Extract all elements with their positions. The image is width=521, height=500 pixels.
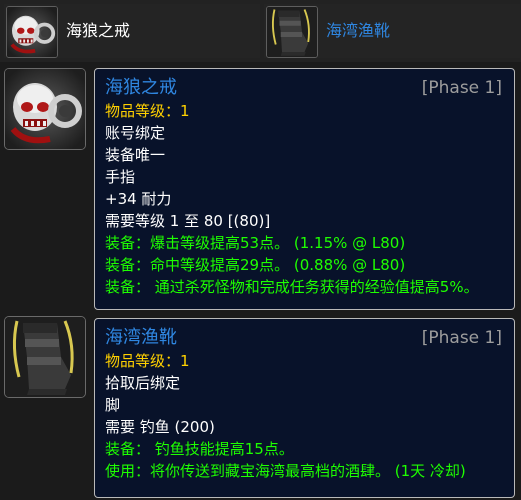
boot-icon	[266, 6, 318, 58]
phase-label: [Phase 1]	[421, 328, 502, 348]
top-item-bay-fishing-boots[interactable]: 海湾渔靴	[264, 4, 520, 58]
tooltip-line: 拾取后绑定	[105, 374, 181, 392]
tooltip-line: 使用：将你传送到藏宝海湾最高档的酒肆。 (1天 冷却)	[105, 462, 466, 480]
tooltip-line: 装备：爆击等级提高53点。 (1.15% @ L80)	[105, 234, 406, 252]
tooltip-line: 需要 钓鱼 (200)	[105, 418, 215, 436]
tooltip-line: 脚	[105, 396, 121, 414]
top-item-sea-wolf-ring[interactable]: 海狼之戒	[4, 4, 260, 58]
tooltip-line: 物品等级：1	[105, 352, 190, 370]
tooltip-line: 物品等级：1	[105, 102, 190, 120]
item-tooltip-sea-wolf-ring: 海狼之戒 [Phase 1] 物品等级：1 账号绑定装备唯一手指 +34 耐力需要等…	[94, 68, 515, 310]
tooltip-line: 装备： 通过杀死怪物和完成任务获得的经验值提高5%。	[105, 278, 479, 296]
phase-label: [Phase 1]	[421, 78, 502, 98]
tooltip-line: 手指	[105, 168, 136, 186]
item-title: 海狼之戒	[105, 77, 177, 98]
tooltip-line: +34 耐力	[105, 190, 172, 208]
top-item-label[interactable]: 海湾渔靴	[326, 20, 390, 42]
top-item-label[interactable]: 海狼之戒	[66, 20, 130, 42]
skull-ring-icon	[4, 68, 86, 150]
tooltip-line: 装备： 钓鱼技能提高15点。	[105, 440, 294, 458]
item-title: 海湾渔靴	[105, 327, 177, 348]
skull-ring-icon	[6, 6, 58, 58]
tooltip-line: 装备：命中等级提高29点。 (0.88% @ L80)	[105, 256, 406, 274]
boot-icon	[4, 316, 86, 398]
tooltip-line: 需要等级 1 至 80 [(80)]	[105, 212, 271, 230]
item-tooltip-bay-fishing-boots: 海湾渔靴 [Phase 1] 物品等级：1 拾取后绑定脚需要 钓鱼 (200) 装备…	[94, 318, 515, 498]
top-item-bar: 海狼之戒 海湾渔靴	[0, 0, 521, 62]
tooltip-line: 账号绑定	[105, 124, 166, 142]
tooltip-line: 装备唯一	[105, 146, 166, 164]
